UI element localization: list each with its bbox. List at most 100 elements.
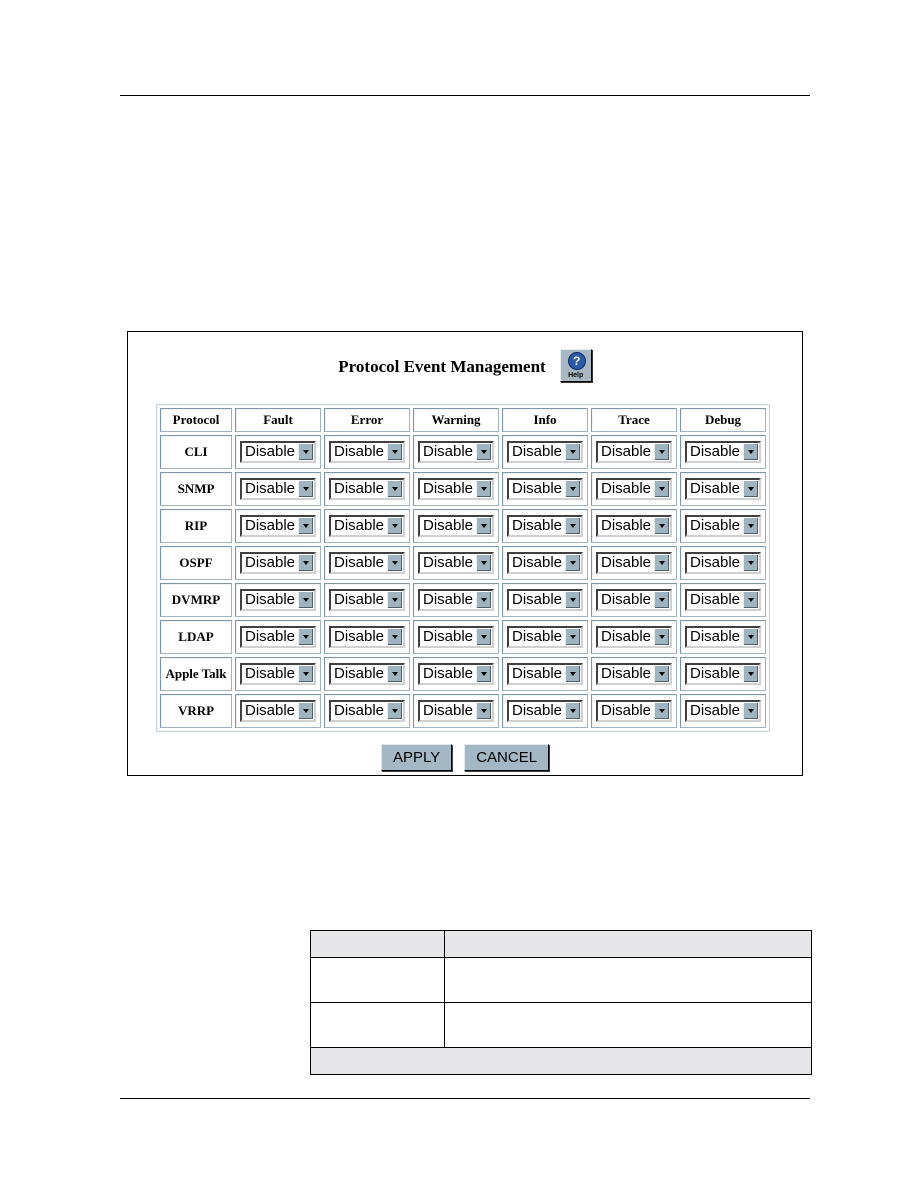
warning-level-select[interactable]: Disable [417,552,495,574]
dropdown-arrow-icon[interactable] [654,666,670,682]
debug-level-select[interactable]: Disable [684,589,762,611]
dropdown-arrow-icon[interactable] [654,629,670,645]
error-level-select[interactable]: Disable [328,626,406,648]
dropdown-arrow-icon[interactable] [298,703,314,719]
trace-level-select[interactable]: Disable [595,589,673,611]
trace-level-select[interactable]: Disable [595,478,673,500]
fault-level-select[interactable]: Disable [239,663,317,685]
dropdown-arrow-icon[interactable] [654,444,670,460]
dropdown-arrow-icon[interactable] [565,666,581,682]
dropdown-arrow-icon[interactable] [387,703,403,719]
debug-level-select[interactable]: Disable [684,626,762,648]
error-level-select[interactable]: Disable [328,552,406,574]
dropdown-arrow-icon[interactable] [387,444,403,460]
dropdown-arrow-icon[interactable] [654,703,670,719]
dropdown-arrow-icon[interactable] [476,629,492,645]
dropdown-arrow-icon[interactable] [476,481,492,497]
dropdown-arrow-icon[interactable] [387,592,403,608]
dropdown-arrow-icon[interactable] [476,555,492,571]
dropdown-arrow-icon[interactable] [654,481,670,497]
dropdown-arrow-icon[interactable] [654,592,670,608]
dropdown-arrow-icon[interactable] [565,518,581,534]
warning-level-select[interactable]: Disable [417,589,495,611]
fault-level-select[interactable]: Disable [239,700,317,722]
info-level-select[interactable]: Disable [506,700,584,722]
dropdown-arrow-icon[interactable] [298,666,314,682]
dropdown-arrow-icon[interactable] [387,518,403,534]
dropdown-arrow-icon[interactable] [743,444,759,460]
info-level-select[interactable]: Disable [506,552,584,574]
dropdown-arrow-icon[interactable] [476,518,492,534]
dropdown-arrow-icon[interactable] [298,481,314,497]
dropdown-arrow-icon[interactable] [387,666,403,682]
help-button[interactable]: ? Help [559,349,592,382]
fault-level-select[interactable]: Disable [239,441,317,463]
dropdown-arrow-icon[interactable] [387,481,403,497]
trace-level-select[interactable]: Disable [595,700,673,722]
info-level-select[interactable]: Disable [506,626,584,648]
fault-level-select[interactable]: Disable [239,515,317,537]
info-level-select[interactable]: Disable [506,515,584,537]
trace-level-select[interactable]: Disable [595,552,673,574]
dropdown-arrow-icon[interactable] [743,703,759,719]
trace-level-select[interactable]: Disable [595,663,673,685]
debug-level-select[interactable]: Disable [684,515,762,537]
warning-level-select[interactable]: Disable [417,626,495,648]
error-level-select[interactable]: Disable [328,700,406,722]
dropdown-arrow-icon[interactable] [476,444,492,460]
info-level-select[interactable]: Disable [506,589,584,611]
info-level-select[interactable]: Disable [506,478,584,500]
error-level-select[interactable]: Disable [328,441,406,463]
dropdown-arrow-icon[interactable] [298,592,314,608]
error-level-select[interactable]: Disable [328,515,406,537]
trace-level-select[interactable]: Disable [595,515,673,537]
warning-level-select[interactable]: Disable [417,515,495,537]
dropdown-arrow-icon[interactable] [743,592,759,608]
dropdown-arrow-icon[interactable] [476,592,492,608]
dropdown-arrow-icon[interactable] [743,481,759,497]
warning-level-select[interactable]: Disable [417,700,495,722]
dropdown-arrow-icon[interactable] [298,629,314,645]
dropdown-arrow-icon[interactable] [387,555,403,571]
fault-level-select[interactable]: Disable [239,552,317,574]
dropdown-arrow-icon[interactable] [387,629,403,645]
fault-level-select[interactable]: Disable [239,478,317,500]
info-level-select[interactable]: Disable [506,663,584,685]
cancel-button[interactable]: CANCEL [464,744,550,771]
dropdown-arrow-icon[interactable] [565,592,581,608]
dropdown-arrow-icon[interactable] [298,518,314,534]
warning-level-select[interactable]: Disable [417,478,495,500]
dropdown-arrow-icon[interactable] [565,629,581,645]
debug-level-select[interactable]: Disable [684,700,762,722]
dropdown-arrow-icon[interactable] [654,518,670,534]
error-level-select[interactable]: Disable [328,478,406,500]
dropdown-arrow-icon[interactable] [743,666,759,682]
warning-level-select[interactable]: Disable [417,441,495,463]
table-header-row: Protocol Fault Error Warning Info Trace … [160,408,766,432]
dropdown-arrow-icon[interactable] [565,481,581,497]
dropdown-arrow-icon[interactable] [743,518,759,534]
dropdown-arrow-icon[interactable] [565,444,581,460]
trace-level-select[interactable]: Disable [595,626,673,648]
error-level-select[interactable]: Disable [328,663,406,685]
fault-level-select[interactable]: Disable [239,589,317,611]
dropdown-arrow-icon[interactable] [476,703,492,719]
warning-level-select[interactable]: Disable [417,663,495,685]
dropdown-arrow-icon[interactable] [743,555,759,571]
debug-level-select[interactable]: Disable [684,663,762,685]
dropdown-arrow-icon[interactable] [743,629,759,645]
dropdown-arrow-icon[interactable] [565,703,581,719]
info-level-select[interactable]: Disable [506,441,584,463]
dropdown-arrow-icon[interactable] [565,555,581,571]
dropdown-arrow-icon[interactable] [654,555,670,571]
debug-level-select[interactable]: Disable [684,441,762,463]
error-level-select[interactable]: Disable [328,589,406,611]
dropdown-arrow-icon[interactable] [298,444,314,460]
dropdown-arrow-icon[interactable] [476,666,492,682]
fault-level-select[interactable]: Disable [239,626,317,648]
apply-button[interactable]: APPLY [380,744,453,771]
debug-level-select[interactable]: Disable [684,552,762,574]
debug-level-select[interactable]: Disable [684,478,762,500]
dropdown-arrow-icon[interactable] [298,555,314,571]
trace-level-select[interactable]: Disable [595,441,673,463]
